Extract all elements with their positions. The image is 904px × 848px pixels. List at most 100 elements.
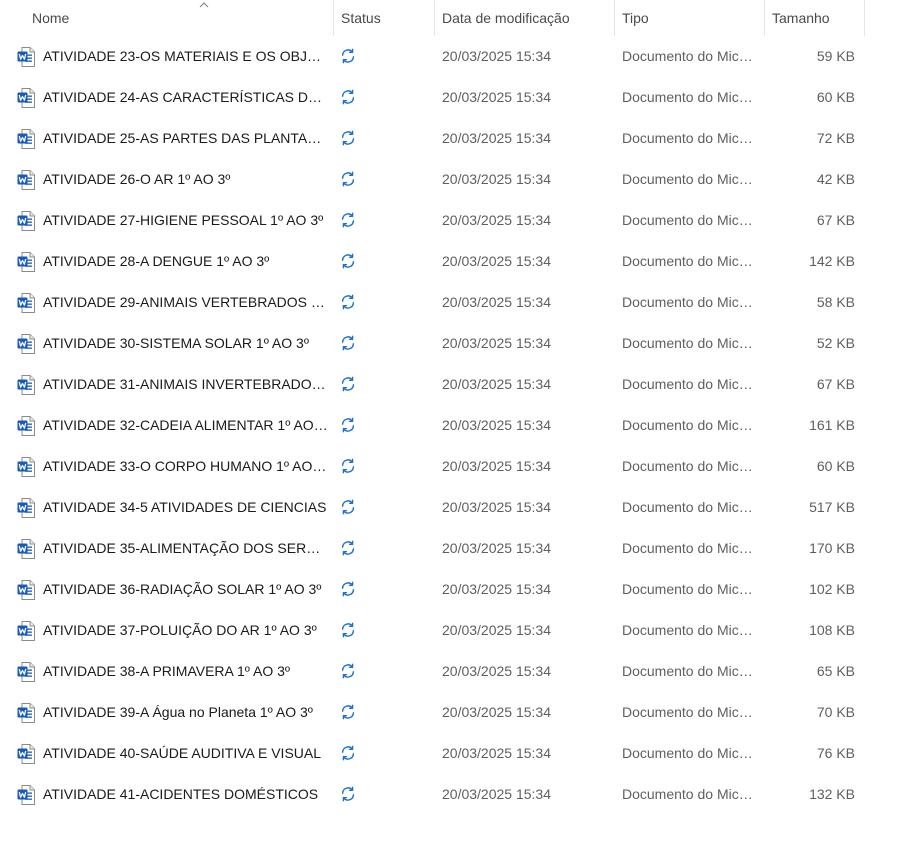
column-header-status[interactable]: Status (334, 0, 435, 36)
file-date-modified: 20/03/2025 15:34 (442, 581, 551, 597)
sync-icon[interactable] (340, 89, 356, 105)
sync-icon[interactable] (340, 212, 356, 228)
file-row[interactable]: ATIVIDADE 23-OS MATERIAIS E OS OBJETOS 20… (0, 36, 904, 77)
file-list: ATIVIDADE 22-HÁBITOS DE HIGIENE 1º AO 3º… (0, 36, 904, 848)
word-document-icon (17, 662, 35, 682)
word-document-icon (17, 293, 35, 313)
file-name[interactable]: ATIVIDADE 40-SAÚDE AUDITIVA E VISUAL (43, 733, 328, 774)
file-row[interactable]: ATIVIDADE 34-5 ATIVIDADES DE CIENCIAS 20/… (0, 487, 904, 528)
file-name[interactable]: ATIVIDADE 24-AS CARACTERÍSTICAS DOS (43, 77, 328, 118)
file-row[interactable]: ATIVIDADE 28-A DENGUE 1º AO 3º 20/03/2025… (0, 241, 904, 282)
sync-icon[interactable] (340, 540, 356, 556)
sync-icon[interactable] (340, 786, 356, 802)
file-row[interactable]: ATIVIDADE 33-O CORPO HUMANO 1º AO 3º 20/0… (0, 446, 904, 487)
column-header-name[interactable]: Nome (25, 0, 334, 36)
file-name[interactable]: ATIVIDADE 27-HIGIENE PESSOAL 1º AO 3º (43, 200, 328, 241)
file-date-modified: 20/03/2025 15:34 (442, 253, 551, 269)
file-row[interactable]: ATIVIDADE 38-A PRIMAVERA 1º AO 3º 20/03/2… (0, 651, 904, 692)
file-name[interactable]: ATIVIDADE 25-AS PARTES DAS PLANTAS 1º AO… (43, 118, 328, 159)
file-row[interactable]: ATIVIDADE 25-AS PARTES DAS PLANTAS 1º AO… (0, 118, 904, 159)
file-size: 60 KB (816, 458, 855, 474)
file-type: Documento do Microsoft Word (622, 540, 754, 556)
sync-icon[interactable] (340, 130, 356, 146)
word-document-icon (17, 416, 35, 436)
file-size: 67 KB (816, 376, 855, 392)
file-name[interactable]: ATIVIDADE 30-SISTEMA SOLAR 1º AO 3º (43, 323, 328, 364)
file-name[interactable]: ATIVIDADE 35-ALIMENTAÇÃO DOS SERES VIVOS (43, 528, 328, 569)
file-date-modified: 20/03/2025 15:34 (442, 458, 551, 474)
column-header-date[interactable]: Data de modificação (435, 0, 615, 36)
sync-icon[interactable] (340, 294, 356, 310)
file-type: Documento do Microsoft Word (622, 458, 754, 474)
file-type: Documento do Microsoft Word (622, 499, 754, 515)
sync-icon[interactable] (340, 335, 356, 351)
file-size: 142 KB (809, 253, 855, 269)
file-date-modified: 20/03/2025 15:34 (442, 376, 551, 392)
file-row[interactable]: ATIVIDADE 35-ALIMENTAÇÃO DOS SERES VIVOS… (0, 528, 904, 569)
file-row[interactable]: ATIVIDADE 41-ACIDENTES DOMÉSTICOS 20/03/2… (0, 774, 904, 815)
sync-icon[interactable] (340, 704, 356, 720)
sync-icon[interactable] (340, 581, 356, 597)
file-name[interactable]: ATIVIDADE 39-A Água no Planeta 1º AO 3º (43, 692, 328, 733)
word-document-icon (17, 744, 35, 764)
word-document-icon (17, 88, 35, 108)
file-name[interactable]: ATIVIDADE 32-CADEIA ALIMENTAR 1º AO 3º (43, 405, 328, 446)
file-name[interactable]: ATIVIDADE 33-O CORPO HUMANO 1º AO 3º (43, 446, 328, 487)
file-row[interactable]: ATIVIDADE 30-SISTEMA SOLAR 1º AO 3º 20/03… (0, 323, 904, 364)
sync-icon[interactable] (340, 499, 356, 515)
file-row[interactable]: ATIVIDADE 24-AS CARACTERÍSTICAS DOS 20/03… (0, 77, 904, 118)
sync-icon[interactable] (340, 458, 356, 474)
file-name[interactable]: ATIVIDADE 28-A DENGUE 1º AO 3º (43, 241, 328, 282)
file-row[interactable]: ATIVIDADE 27-HIGIENE PESSOAL 1º AO 3º 20/… (0, 200, 904, 241)
file-name[interactable]: ATIVIDADE 23-OS MATERIAIS E OS OBJETOS (43, 36, 328, 77)
file-date-modified: 20/03/2025 15:34 (442, 417, 551, 433)
column-header-name-label: Nome (32, 10, 70, 26)
file-size: 102 KB (809, 581, 855, 597)
file-type: Documento do Microsoft Word (622, 376, 754, 392)
sync-icon[interactable] (340, 417, 356, 433)
word-document-icon (17, 211, 35, 231)
file-size: 60 KB (816, 89, 855, 105)
sync-icon[interactable] (340, 171, 356, 187)
file-date-modified: 20/03/2025 15:34 (442, 171, 551, 187)
column-header-size[interactable]: Tamanho (765, 0, 865, 36)
file-date-modified: 20/03/2025 15:34 (442, 48, 551, 64)
sync-icon[interactable] (340, 48, 356, 64)
file-row[interactable]: ATIVIDADE 36-RADIAÇÃO SOLAR 1º AO 3º 20/0… (0, 569, 904, 610)
file-row[interactable]: ATIVIDADE 40-SAÚDE AUDITIVA E VISUAL 20/0… (0, 733, 904, 774)
file-name[interactable]: ATIVIDADE 37-POLUIÇÃO DO AR 1º AO 3º (43, 610, 328, 651)
file-name[interactable]: ATIVIDADE 41-ACIDENTES DOMÉSTICOS (43, 774, 328, 815)
file-row[interactable]: ATIVIDADE 31-ANIMAIS INVERTEBRADOS 1º AO… (0, 364, 904, 405)
file-name[interactable]: ATIVIDADE 29-ANIMAIS VERTEBRADOS 1º AO 3… (43, 282, 328, 323)
word-document-icon (17, 129, 35, 149)
chevron-up-icon (199, 0, 209, 8)
column-header: Nome Status Data de modificação Tipo Tam… (0, 0, 865, 37)
file-name[interactable]: ATIVIDADE 36-RADIAÇÃO SOLAR 1º AO 3º (43, 569, 328, 610)
file-date-modified: 20/03/2025 15:34 (442, 499, 551, 515)
file-row[interactable]: ATIVIDADE 29-ANIMAIS VERTEBRADOS 1º AO 3… (0, 282, 904, 323)
sync-icon[interactable] (340, 622, 356, 638)
file-row[interactable]: ATIVIDADE 32-CADEIA ALIMENTAR 1º AO 3º 20… (0, 405, 904, 446)
file-row[interactable]: ATIVIDADE 37-POLUIÇÃO DO AR 1º AO 3º 20/0… (0, 610, 904, 651)
file-type: Documento do Microsoft Word (622, 294, 754, 310)
file-size: 76 KB (816, 745, 855, 761)
file-name[interactable]: ATIVIDADE 34-5 ATIVIDADES DE CIENCIAS (43, 487, 328, 528)
sync-icon[interactable] (340, 745, 356, 761)
word-document-icon (17, 457, 35, 477)
file-type: Documento do Microsoft Word (622, 48, 754, 64)
column-header-type[interactable]: Tipo (615, 0, 765, 36)
sync-icon[interactable] (340, 663, 356, 679)
file-type: Documento do Microsoft Word (622, 622, 754, 638)
file-type: Documento do Microsoft Word (622, 417, 754, 433)
file-name[interactable]: ATIVIDADE 31-ANIMAIS INVERTEBRADOS 1º AO… (43, 364, 328, 405)
column-header-date-label: Data de modificação (442, 10, 570, 26)
file-row[interactable]: ATIVIDADE 39-A Água no Planeta 1º AO 3º 2… (0, 692, 904, 733)
file-size: 67 KB (816, 212, 855, 228)
sync-icon[interactable] (340, 253, 356, 269)
file-row[interactable]: ATIVIDADE 26-O AR 1º AO 3º 20/03/2025 15:… (0, 159, 904, 200)
file-type: Documento do Microsoft Word (622, 130, 754, 146)
file-name[interactable]: ATIVIDADE 38-A PRIMAVERA 1º AO 3º (43, 651, 328, 692)
file-name[interactable]: ATIVIDADE 26-O AR 1º AO 3º (43, 159, 328, 200)
file-type: Documento do Microsoft Word (622, 786, 754, 802)
sync-icon[interactable] (340, 376, 356, 392)
